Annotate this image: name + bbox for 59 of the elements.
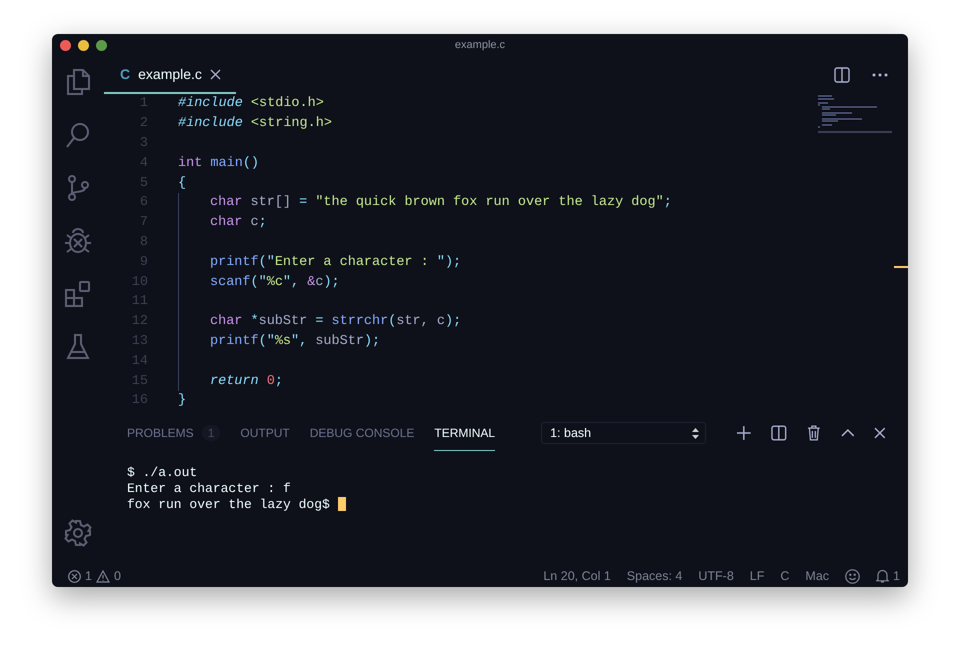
status-item[interactable]: C [780,569,790,583]
close-icon[interactable] [874,427,886,439]
zoom-window-button[interactable] [96,40,107,50]
text-cursor [338,497,346,511]
bug-icon[interactable] [64,227,92,255]
code-line: } [178,393,186,408]
code-line: scanf("%c", &c); [210,274,340,290]
error-icon[interactable] [68,570,81,582]
warning-icon[interactable] [96,570,110,582]
updown-caret-icon [692,428,699,438]
code-line: printf("Enter a character : "); [210,254,462,270]
status-item[interactable]: UTF-8 [698,569,734,583]
branch-icon[interactable] [66,174,90,202]
c-file-icon: C [120,66,130,82]
status-item[interactable]: LF [750,569,764,583]
terminal-line: fox run over the lazy dog$ [127,496,331,512]
code-line: return 0; [210,374,283,389]
code-line: char *subStr = strrchr(str, c); [210,314,462,330]
terminal-line: $ ./a.out [127,464,198,480]
panel-tab[interactable]: PROBLEMS 1 [127,415,220,451]
search-icon[interactable] [65,121,91,149]
panel-tab[interactable]: TERMINAL [434,415,496,451]
tab-label: example.c [138,66,202,82]
plus-icon[interactable] [736,425,752,441]
minimize-window-button[interactable] [78,40,89,50]
window-title: example.c [454,39,506,51]
files-icon[interactable] [65,68,91,96]
code-line: char c; [210,215,267,230]
code-line: char str[] = "the quick brown fox run over the lazy dog"; [210,195,672,210]
smiley-icon[interactable] [845,568,860,584]
code-line: int main() [178,156,260,171]
status-item[interactable]: Mac [805,569,830,583]
bell-icon[interactable] [876,569,890,583]
terminal-select[interactable]: 1: bash [541,422,706,444]
notification-count[interactable]: 1 [893,569,900,583]
split-editor-icon[interactable] [834,67,850,83]
status-item[interactable]: Ln 20, Col 1 [543,569,611,583]
code-line: #include <string.h> [178,116,332,132]
trash-icon[interactable] [806,425,821,441]
warning-count[interactable]: 0 [114,569,121,583]
scroll-marker [894,266,908,268]
status-item[interactable]: Spaces: 4 [626,569,682,583]
split-terminal-icon[interactable] [771,425,787,441]
code-line: printf("%s", subStr); [210,334,380,349]
close-icon[interactable] [210,68,221,80]
extensions-icon[interactable] [64,280,92,308]
more-icon[interactable] [872,73,888,77]
code-line: #include <stdio.h> [178,96,324,112]
chevron-up-icon[interactable] [840,429,854,437]
flask-icon[interactable] [66,333,90,361]
code-line: { [178,176,186,191]
close-window-button[interactable] [60,40,71,50]
terminal-line: Enter a character : f [127,480,291,496]
panel-tab[interactable]: DEBUG CONSOLE [310,415,414,451]
editor-tab[interactable]: C example.c [104,56,236,94]
problems-count: 1 [202,424,220,440]
panel-tab[interactable]: OUTPUT [240,415,290,451]
settings-icon[interactable] [64,519,92,547]
error-count[interactable]: 1 [85,569,92,583]
